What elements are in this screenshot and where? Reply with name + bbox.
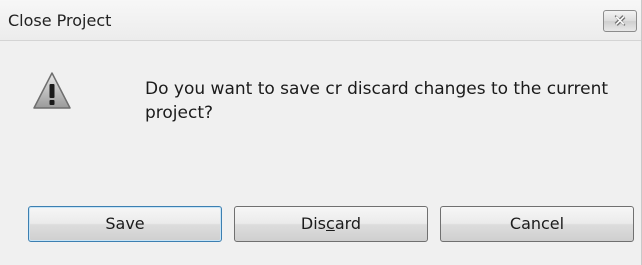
warning-icon (33, 72, 71, 109)
discard-button-label: Discard (300, 214, 362, 233)
title-bar: Close Project ✕ (0, 0, 641, 41)
save-button[interactable]: Save (28, 206, 222, 242)
dialog-message: Do you want to save cr discard changes t… (145, 79, 609, 123)
cancel-button-label: Cancel (509, 214, 565, 233)
close-button[interactable]: ✕ (603, 10, 637, 32)
save-button-label: Save (105, 214, 145, 233)
cancel-button[interactable]: Cancel (440, 206, 634, 242)
discard-button[interactable]: Discard (234, 206, 428, 242)
close-project-dialog: Close Project ✕ Do you want to save cr d… (0, 0, 642, 265)
dialog-title: Close Project (8, 11, 112, 30)
close-icon: ✕ (613, 12, 627, 30)
